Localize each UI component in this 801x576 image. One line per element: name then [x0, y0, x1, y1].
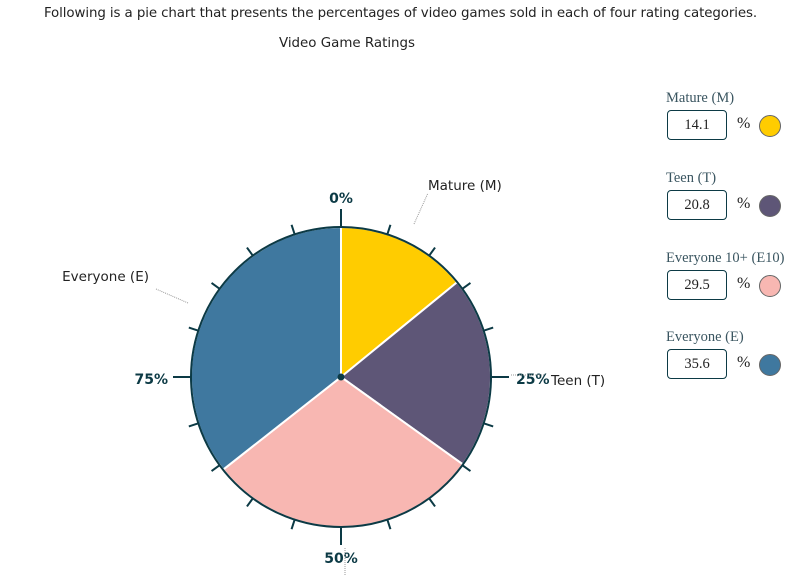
- percent-sign: %: [737, 195, 751, 212]
- minor-tick: [386, 224, 392, 235]
- minor-tick: [428, 497, 436, 508]
- everyone-percent-input[interactable]: 35.6: [667, 349, 727, 379]
- legend-item-mature: Mature (M) 14.1 %: [666, 90, 801, 150]
- slice-label: Teen (T): [550, 373, 605, 389]
- everyone-color-swatch: [759, 354, 781, 376]
- minor-tick: [246, 246, 254, 257]
- minor-tick: [461, 464, 472, 472]
- percent-sign: %: [737, 115, 751, 132]
- legend-item-teen: Teen (T) 20.8 %: [666, 170, 801, 230]
- slice-label-leader: [155, 288, 189, 304]
- minor-tick: [290, 519, 296, 530]
- pie-center-dot: [337, 373, 345, 381]
- slice-label: Everyone (E): [62, 269, 149, 285]
- minor-tick: [483, 422, 494, 428]
- everyone10-percent-input[interactable]: 29.5: [667, 270, 727, 300]
- mature-percent-input[interactable]: 14.1: [667, 110, 727, 140]
- legend-item-everyone: Everyone (E) 35.6 %: [666, 329, 801, 389]
- teen-color-swatch: [759, 195, 781, 217]
- tick-label: 25%: [516, 372, 550, 388]
- minor-tick: [188, 326, 199, 332]
- minor-tick: [483, 326, 494, 332]
- tick-label: 0%: [329, 191, 353, 207]
- legend-label: Teen (T): [666, 170, 717, 186]
- everyone10-color-swatch: [759, 275, 781, 297]
- percent-sign: %: [737, 354, 751, 371]
- tick-label: 75%: [134, 372, 168, 388]
- minor-tick: [461, 282, 472, 290]
- minor-tick: [386, 519, 392, 530]
- legend-label: Mature (M): [666, 90, 735, 106]
- legend-label: Everyone (E): [666, 329, 744, 345]
- slice-label-leader: [413, 192, 429, 225]
- minor-tick: [290, 224, 296, 235]
- legend-item-everyone10: Everyone 10+ (E10) 29.5 %: [666, 250, 801, 310]
- minor-tick: [428, 246, 436, 257]
- legend-label: Everyone 10+ (E10): [666, 250, 785, 266]
- teen-percent-input[interactable]: 20.8: [667, 190, 727, 220]
- mature-color-swatch: [759, 115, 781, 137]
- minor-tick: [246, 497, 254, 508]
- minor-tick: [210, 282, 221, 290]
- minor-tick: [188, 422, 199, 428]
- minor-tick: [210, 464, 221, 472]
- slice-label: Mature (M): [428, 178, 502, 194]
- tick-label: 50%: [324, 551, 358, 567]
- percent-sign: %: [737, 275, 751, 292]
